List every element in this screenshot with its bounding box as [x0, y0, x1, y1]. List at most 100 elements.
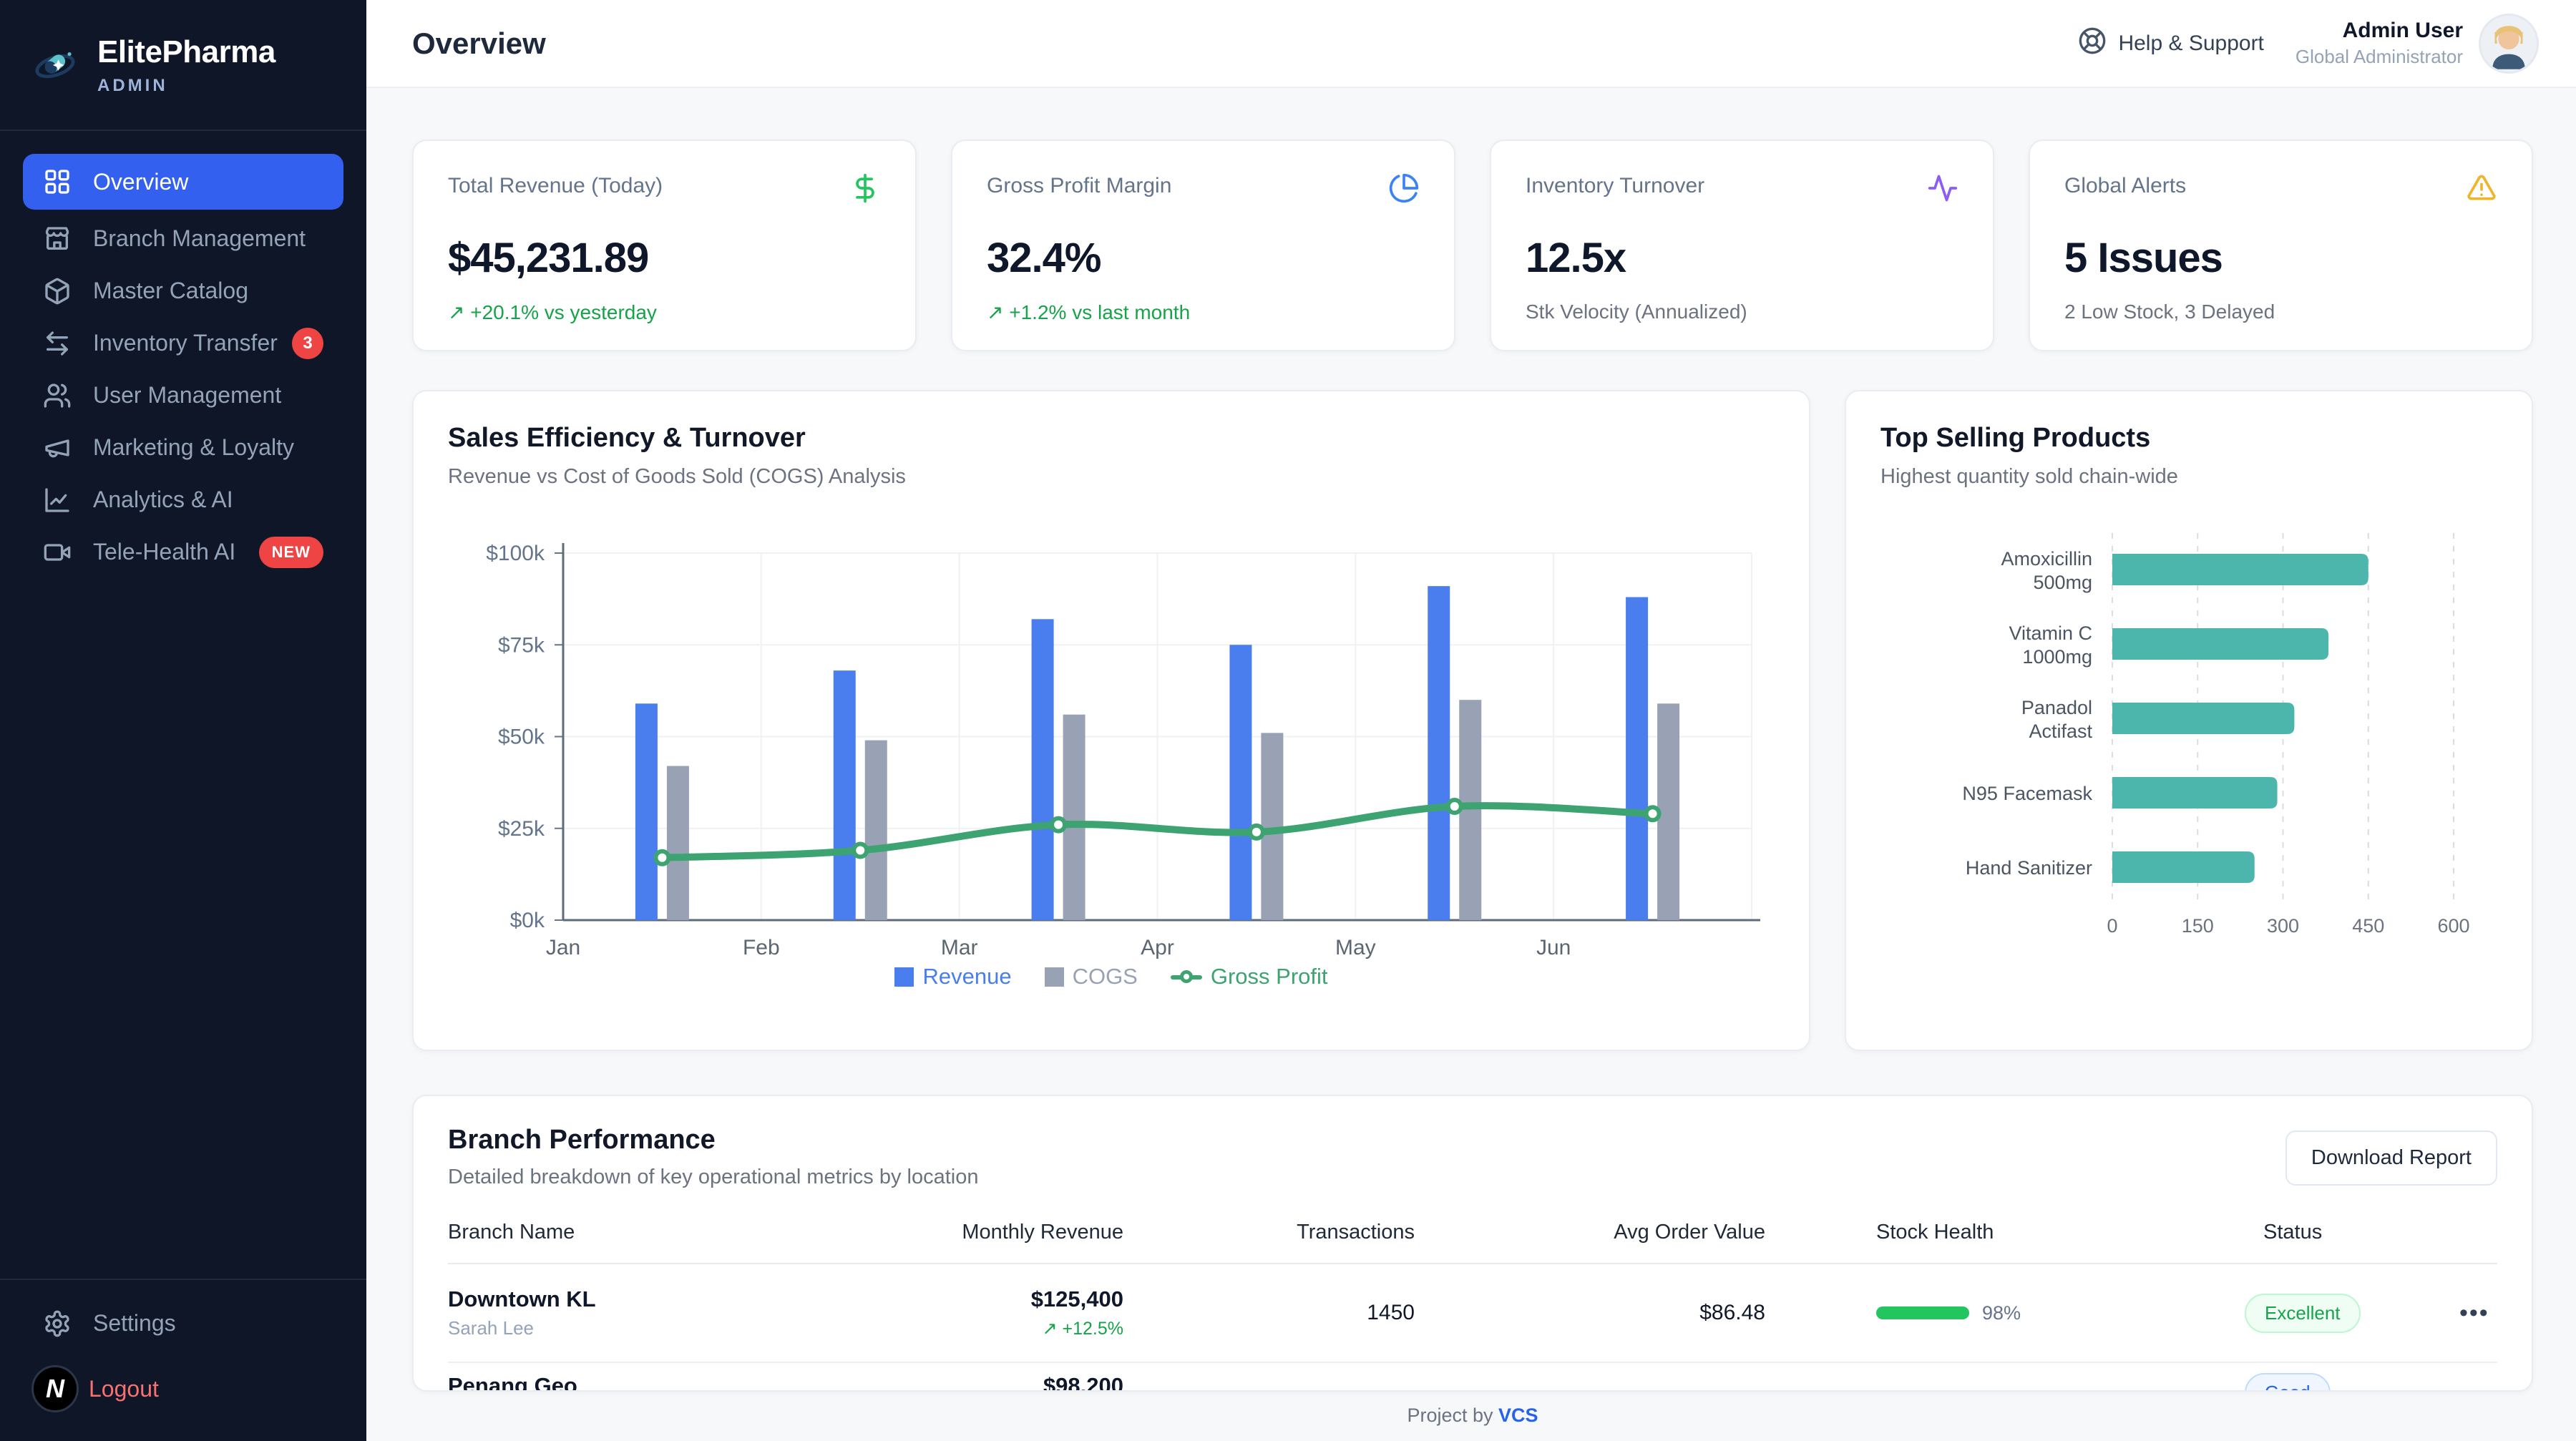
- column-header: Status: [2223, 1221, 2459, 1244]
- pie-chart-icon: [1388, 172, 1420, 204]
- transfer-arrows-icon: [43, 329, 72, 358]
- avatar[interactable]: [2479, 14, 2539, 74]
- chart-subtitle: Highest quantity sold chain-wide: [1880, 465, 2532, 489]
- branch-name: Downtown KL: [448, 1286, 866, 1312]
- legend-label: COGS: [1073, 964, 1138, 990]
- svg-text:Jan: Jan: [546, 936, 580, 959]
- sidebar-item-analytics-ai[interactable]: Analytics & AI: [23, 474, 343, 526]
- svg-text:$0k: $0k: [510, 909, 545, 932]
- sidebar-item-branch-management[interactable]: Branch Management: [23, 213, 343, 265]
- sidebar-item-label: User Management: [93, 382, 323, 409]
- sidebar-footer: Settings N Logout: [0, 1279, 366, 1441]
- kpi-delta: ↗ +20.1% vs yesterday: [448, 301, 881, 324]
- help-support-label: Help & Support: [2118, 31, 2263, 56]
- logout-label: Logout: [89, 1376, 159, 1402]
- sidebar-item-label: Tele-Health AI: [93, 539, 259, 565]
- legend-label: Revenue: [922, 964, 1011, 990]
- kpi-label: Global Alerts: [2064, 174, 2497, 198]
- branch-name: Penang Geo: [448, 1373, 866, 1392]
- sidebar-item-label: Marketing & Loyalty: [93, 434, 323, 461]
- svg-text:$50k: $50k: [498, 726, 545, 749]
- svg-text:600: 600: [2437, 915, 2469, 937]
- sidebar-item-label: Inventory Transfer: [93, 330, 292, 356]
- sidebar: ElitePharma ADMIN Overview Branch Manage…: [0, 0, 366, 1441]
- alert-triangle-icon: [2466, 172, 2497, 204]
- branch-performance-card: Branch Performance Detailed breakdown of…: [412, 1095, 2533, 1392]
- brand-tag: ADMIN: [97, 76, 275, 96]
- transactions: 1450: [1123, 1301, 1415, 1325]
- kpi-card-gross-profit-margin: Gross Profit Margin 32.4% ↗ +1.2% vs las…: [951, 140, 1455, 351]
- svg-text:0: 0: [2107, 915, 2117, 937]
- topbar: Overview Help & Support Admin User Globa…: [366, 0, 2576, 88]
- table-row: Downtown KL Sarah Lee $125,400 ↗ +12.5% …: [448, 1264, 2497, 1363]
- logout-button[interactable]: N Logout: [23, 1365, 343, 1412]
- user-name: Admin User: [2296, 19, 2463, 43]
- svg-text:1000mg: 1000mg: [2022, 646, 2092, 668]
- svg-text:Feb: Feb: [743, 936, 780, 959]
- svg-text:Panadol: Panadol: [2021, 697, 2092, 718]
- gross-profit-swatch: [1171, 967, 1202, 987]
- kpi-value: 32.4%: [987, 234, 1420, 282]
- legend-item-revenue: Revenue: [894, 964, 1011, 990]
- row-menu-button[interactable]: •••: [2459, 1299, 2497, 1327]
- sidebar-item-label: Overview: [93, 169, 323, 195]
- kpi-label: Gross Profit Margin: [987, 174, 1420, 198]
- help-support-button[interactable]: Help & Support: [2078, 26, 2263, 61]
- n-logo-icon: N: [31, 1365, 79, 1412]
- sidebar-item-marketing-loyalty[interactable]: Marketing & Loyalty: [23, 421, 343, 474]
- cogs-swatch: [1045, 967, 1064, 987]
- footer-text: Project by: [1407, 1405, 1498, 1426]
- sidebar-item-overview[interactable]: Overview: [23, 154, 343, 210]
- sidebar-item-user-management[interactable]: User Management: [23, 369, 343, 421]
- revenue-delta: ↗ +12.5%: [866, 1318, 1123, 1339]
- chart-legend: Revenue COGS Gross Profit: [414, 964, 1809, 990]
- chart-subtitle: Revenue vs Cost of Goods Sold (COGS) Ana…: [448, 465, 1809, 489]
- vcs-link[interactable]: VCS: [1498, 1405, 1538, 1426]
- svg-text:May: May: [1335, 936, 1376, 959]
- stock-health-bar: [1876, 1306, 1969, 1319]
- footer: Project by VCS: [412, 1405, 2533, 1427]
- main-area: Overview Help & Support Admin User Globa…: [366, 0, 2576, 1441]
- svg-text:Mar: Mar: [941, 936, 978, 959]
- download-report-button[interactable]: Download Report: [2285, 1130, 2497, 1186]
- branch-manager: Sarah Lee: [448, 1317, 866, 1339]
- kpi-label: Inventory Turnover: [1526, 174, 1958, 198]
- user-menu[interactable]: Admin User Global Administrator: [2296, 14, 2539, 74]
- svg-text:Amoxicillin: Amoxicillin: [2001, 548, 2092, 570]
- sidebar-item-inventory-transfer[interactable]: Inventory Transfer 3: [23, 317, 343, 369]
- column-header: Avg Order Value: [1415, 1221, 1765, 1244]
- section-subtitle: Detailed breakdown of key operational me…: [448, 1166, 979, 1189]
- svg-text:Apr: Apr: [1141, 936, 1174, 959]
- dollar-icon: [849, 172, 881, 204]
- sidebar-item-label: Settings: [93, 1310, 323, 1337]
- transactions: [1123, 1363, 1415, 1392]
- legend-label: Gross Profit: [1211, 964, 1328, 990]
- top-products-card: Top Selling Products Highest quantity so…: [1845, 390, 2533, 1051]
- sidebar-item-label: Master Catalog: [93, 278, 323, 304]
- svg-text:$75k: $75k: [498, 633, 545, 657]
- sidebar-item-settings[interactable]: Settings: [23, 1297, 343, 1349]
- monthly-revenue: $98,200: [866, 1373, 1123, 1392]
- kpi-delta: ↗ +1.2% vs last month: [987, 301, 1420, 324]
- table-header-row: Branch Name Monthly Revenue Transactions…: [448, 1221, 2497, 1264]
- page-title: Overview: [412, 26, 546, 61]
- monthly-revenue: $125,400: [866, 1286, 1123, 1312]
- sidebar-nav: Overview Branch Management Master Catalo…: [0, 131, 366, 578]
- svg-text:Jun: Jun: [1536, 936, 1571, 959]
- video-icon: [43, 538, 72, 567]
- svg-text:$25k: $25k: [498, 817, 545, 841]
- kpi-value: 5 Issues: [2064, 234, 2497, 282]
- row-menu-button[interactable]: [2459, 1363, 2497, 1392]
- table-row: Penang Geo $98,200 Good: [448, 1363, 2497, 1392]
- kpi-label: Total Revenue (Today): [448, 174, 881, 198]
- brand-name: ElitePharma: [97, 34, 275, 70]
- svg-text:N95 Facemask: N95 Facemask: [1962, 783, 2092, 804]
- sidebar-item-tele-health-ai[interactable]: Tele-Health AI NEW: [23, 526, 343, 578]
- users-icon: [43, 381, 72, 410]
- column-header: Branch Name: [448, 1221, 866, 1244]
- package-icon: [43, 277, 72, 306]
- column-header: Transactions: [1123, 1221, 1415, 1244]
- svg-text:Hand Sanitizer: Hand Sanitizer: [1966, 857, 2092, 879]
- sidebar-item-master-catalog[interactable]: Master Catalog: [23, 265, 343, 317]
- svg-text:150: 150: [2182, 915, 2214, 937]
